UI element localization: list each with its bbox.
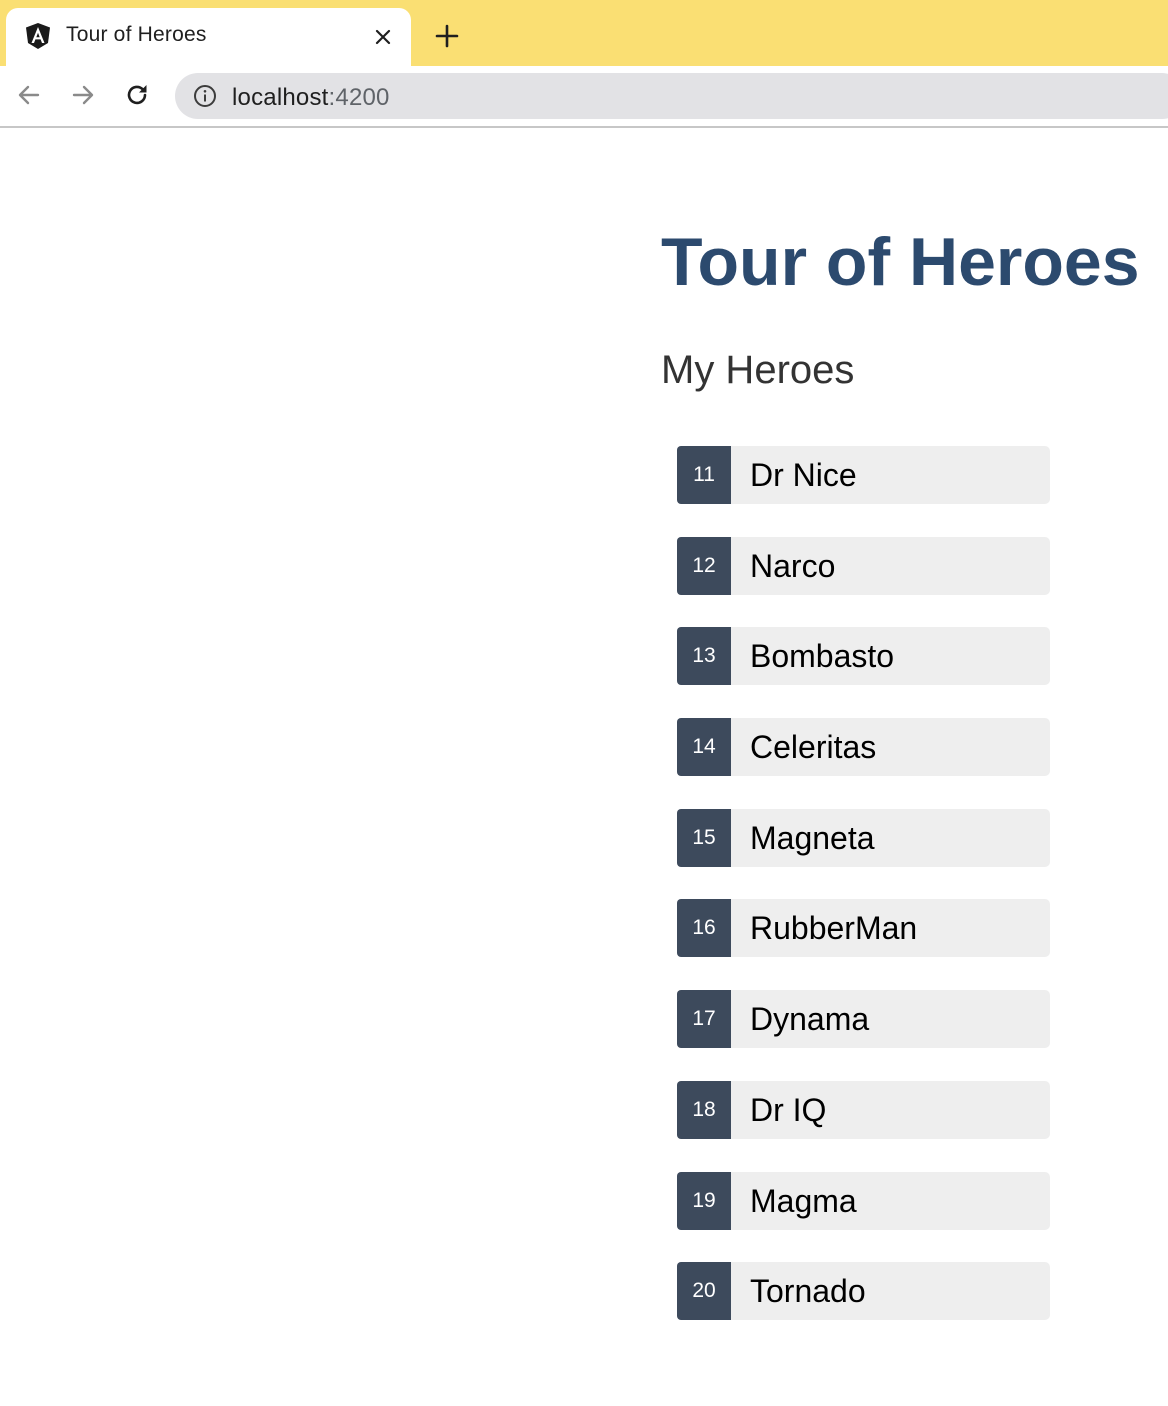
hero-name: Magneta	[750, 819, 875, 856]
close-icon[interactable]	[370, 24, 396, 50]
reload-icon[interactable]	[122, 80, 152, 110]
section-title: My Heroes	[661, 348, 855, 392]
hero-name: Dynama	[750, 1001, 870, 1038]
hero-id-badge: 19	[677, 1171, 731, 1230]
hero-id-badge: 20	[677, 1262, 731, 1321]
hero-id-badge: 18	[677, 1080, 731, 1139]
address-bar[interactable]: localhost:4200	[175, 73, 1168, 119]
hero-id-badge: 17	[677, 990, 731, 1049]
hero-name: Magma	[750, 1182, 857, 1219]
hero-item[interactable]: 11 Dr Nice	[677, 446, 1050, 504]
hero-id-badge: 11	[677, 446, 731, 504]
address-url[interactable]: localhost:4200	[232, 84, 390, 112]
browser-toolbar: localhost:4200	[0, 66, 1168, 128]
hero-item[interactable]: 13 Bombasto	[677, 627, 1050, 686]
hero-item[interactable]: 12 Narco	[677, 536, 1050, 595]
tab-strip: Tour of Heroes	[0, 0, 1168, 66]
hero-item[interactable]: 16 RubberMan	[677, 899, 1050, 958]
address-host: localhost	[232, 84, 329, 111]
info-icon[interactable]	[193, 84, 217, 108]
tab-title: Tour of Heroes	[66, 23, 207, 46]
hero-name: Celeritas	[750, 729, 877, 766]
hero-item[interactable]: 20 Tornado	[677, 1262, 1050, 1321]
hero-item[interactable]: 15 Magneta	[677, 808, 1050, 867]
app-title: Tour of Heroes	[661, 224, 1140, 300]
hero-name: Bombasto	[750, 638, 895, 675]
hero-name: RubberMan	[750, 910, 918, 947]
arrow-left-icon[interactable]	[14, 80, 44, 110]
hero-name: Dr IQ	[750, 1091, 827, 1128]
hero-item[interactable]: 18 Dr IQ	[677, 1080, 1050, 1139]
hero-item[interactable]: 19 Magma	[677, 1171, 1050, 1230]
hero-id-badge: 14	[677, 718, 731, 777]
page-content: Tour of Heroes My Heroes 11 Dr Nice 12 Narc…	[0, 128, 1168, 1406]
plus-icon[interactable]	[430, 22, 464, 50]
hero-name: Narco	[750, 547, 836, 584]
hero-id-badge: 15	[677, 808, 731, 867]
hero-item[interactable]: 17 Dynama	[677, 990, 1050, 1049]
hero-id-badge: 12	[677, 536, 731, 595]
angular-logo-icon	[24, 22, 52, 50]
browser-tab[interactable]: Tour of Heroes	[6, 8, 411, 66]
address-port: :4200	[328, 84, 390, 111]
hero-name: Tornado	[750, 1273, 866, 1310]
hero-id-badge: 13	[677, 627, 731, 686]
hero-id-badge: 16	[677, 899, 731, 958]
hero-item[interactable]: 14 Celeritas	[677, 718, 1050, 777]
arrow-right-icon[interactable]	[68, 80, 98, 110]
hero-list: 11 Dr Nice 12 Narco 13 Bombasto 14 Celeritas 15 M…	[677, 446, 1050, 1353]
hero-name: Dr Nice	[750, 457, 857, 493]
